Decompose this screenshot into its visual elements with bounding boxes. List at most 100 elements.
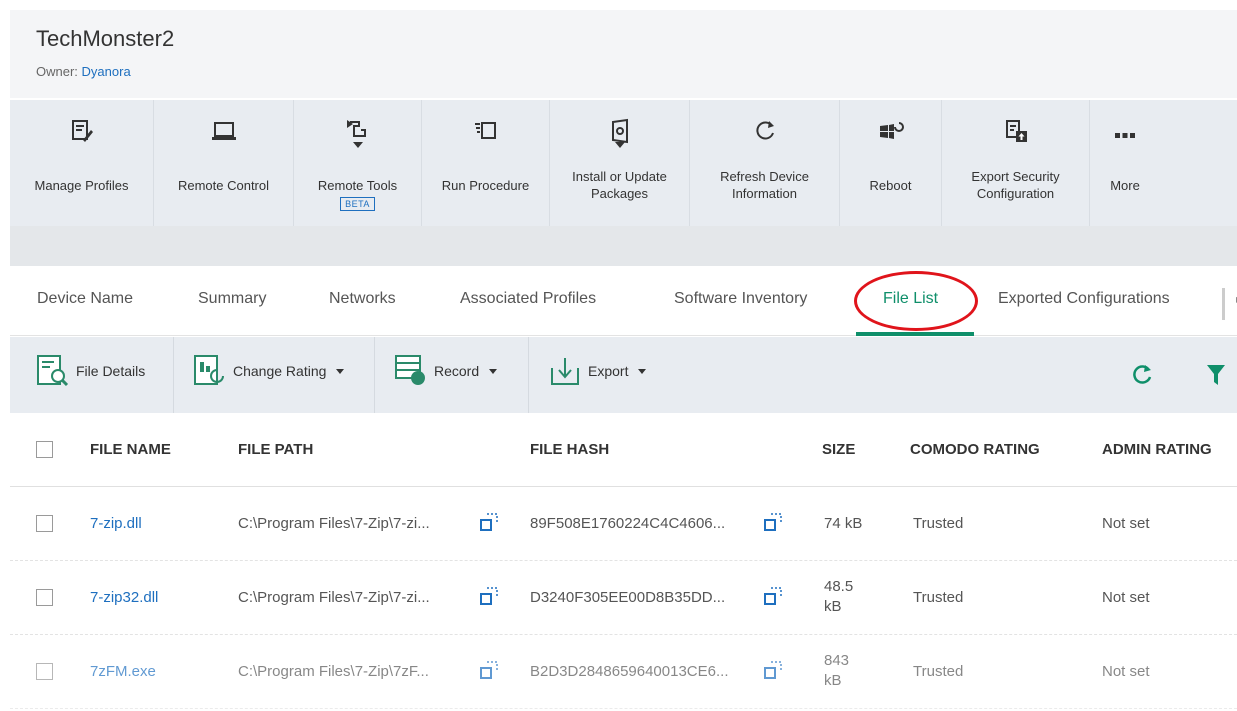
manage-profiles-label: Manage Profiles [34,178,129,193]
export-icon [551,358,579,385]
filter-button[interactable] [1206,364,1226,391]
reboot-label: Reboot [869,178,912,193]
device-title: TechMonster2 [36,26,175,51]
copy-icon[interactable] [480,513,498,531]
reboot-button[interactable]: Reboot [840,100,942,226]
size-value: 843 [824,652,850,669]
refresh-icon [1133,365,1152,384]
copy-icon[interactable] [764,513,782,531]
owner-name-link[interactable]: Dyanora [82,64,131,79]
col-admin-rating[interactable]: ADMIN RATING [1102,441,1212,458]
remote-tools-label: Remote Tools [317,178,398,193]
col-size[interactable]: SIZE [822,441,855,458]
chevron-down-icon [352,142,363,148]
table-row[interactable]: 7-zip.dll C:\Program Files\7-Zip\7-zi...… [10,487,1237,561]
refresh-list-button[interactable] [1130,363,1154,392]
change-rating-button[interactable]: Change Rating [193,354,345,388]
file-list-table: FILE NAME FILE PATH FILE HASH SIZE COMOD… [10,413,1237,711]
admin-rating-cell: Not set [1102,515,1150,532]
tab-software-inventory[interactable]: Software Inventory [674,290,807,308]
file-hash-cell: B2D3D2848659640013CE6... [530,663,729,680]
export-button[interactable]: Export [548,354,647,388]
table-header-row: FILE NAME FILE PATH FILE HASH SIZE COMOD… [10,413,1237,487]
col-file-path[interactable]: FILE PATH [238,441,313,458]
size-unit: kB [824,598,842,615]
file-hash-cell: D3240F305EE00D8B35DD... [530,589,726,606]
record-button[interactable]: Record [394,354,498,388]
file-name-link[interactable]: 7-zip32.dll [90,589,158,606]
file-actions-bar: File Details Change Rating Record Export [10,337,1237,413]
copy-icon[interactable] [480,661,498,679]
install-update-packages-button[interactable]: Install or Update Packages [550,100,690,226]
row-checkbox[interactable] [36,589,53,606]
export-config-label: Export Security Configuration [971,169,1060,201]
run-procedure-button[interactable]: Run Procedure [422,100,550,226]
copy-icon[interactable] [764,587,782,605]
filter-icon [1207,365,1225,385]
chevron-down-icon [489,368,498,374]
owner-line: Owner: Dyanora [36,64,131,79]
refresh-device-label: Refresh Device Information [720,169,809,201]
size-unit: kB [824,672,842,689]
remote-tools-button[interactable]: Remote Tools BETA [294,100,422,226]
device-tabs: Device Name Summary Networks Associated … [10,266,1237,336]
select-all-checkbox[interactable] [36,441,53,458]
tab-summary[interactable]: Summary [198,290,266,308]
active-tab-indicator [856,332,974,336]
file-name-link[interactable]: 7zFM.exe [90,663,156,680]
row-checkbox[interactable] [36,663,53,680]
remote-control-label: Remote Control [177,178,270,193]
export-security-config-button[interactable]: Export Security Configuration [942,100,1090,226]
file-hash-cell: 89F508E1760224C4C4606... [530,515,726,532]
change-rating-label: Change Rating [233,363,327,379]
manage-profiles-button[interactable]: Manage Profiles [10,100,154,226]
size-cell: 843 kB [824,651,849,691]
run-procedure-label: Run Procedure [441,178,530,193]
col-file-name[interactable]: FILE NAME [90,441,171,458]
refresh-device-info-button[interactable]: Refresh Device Information [690,100,840,226]
highlight-circle [854,271,978,331]
section-divider [10,226,1237,266]
col-comodo-rating[interactable]: COMODO RATING [910,441,1040,458]
beta-badge: BETA [340,197,375,211]
owner-label: Owner: [36,64,78,79]
copy-icon[interactable] [764,661,782,679]
tab-exported-configurations[interactable]: Exported Configurations [998,290,1170,308]
file-path-cell: C:\Program Files\7-Zip\7zF... [238,663,429,680]
comodo-rating-cell: Trusted [913,589,964,606]
row-checkbox[interactable] [36,515,53,532]
more-label: More [1110,178,1140,193]
col-file-hash[interactable]: FILE HASH [530,441,609,458]
chevron-down-icon [336,368,345,374]
more-dots-icon [1112,118,1138,150]
record-label: Record [434,363,480,379]
manage-profiles-icon [69,118,95,150]
export-label: Export [588,363,629,379]
size-cell: 48.5 kB [824,577,853,617]
refresh-icon [752,118,778,150]
chevron-down-icon [614,142,625,148]
export-config-icon [1003,118,1029,150]
comodo-rating-cell: Trusted [913,663,964,680]
device-toolbar: Manage Profiles Remote Control Remote To… [10,100,1237,226]
change-rating-icon [194,355,224,385]
tab-device-name[interactable]: Device Name [37,290,133,308]
comodo-rating-cell: Trusted [913,515,964,532]
size-value: 48.5 [824,578,854,595]
tab-networks[interactable]: Networks [329,290,396,308]
admin-rating-cell: Not set [1102,589,1150,606]
table-row[interactable]: 7zFM.exe C:\Program Files\7-Zip\7zF... B… [10,635,1237,709]
tab-scroll-divider [1222,288,1225,320]
remote-control-button[interactable]: Remote Control [154,100,294,226]
more-button[interactable]: More [1090,100,1160,226]
file-path-cell: C:\Program Files\7-Zip\7-zi... [238,515,430,532]
file-name-link[interactable]: 7-zip.dll [90,515,142,532]
admin-rating-cell: Not set [1102,663,1150,680]
record-icon [395,355,425,385]
install-packages-label: Install or Update Packages [572,169,667,201]
copy-icon[interactable] [480,587,498,605]
tab-associated-profiles[interactable]: Associated Profiles [460,290,596,308]
file-details-button[interactable]: File Details [36,354,145,388]
device-header: TechMonster2 Owner: Dyanora [10,10,1237,98]
table-row[interactable]: 7-zip32.dll C:\Program Files\7-Zip\7-zi.… [10,561,1237,635]
